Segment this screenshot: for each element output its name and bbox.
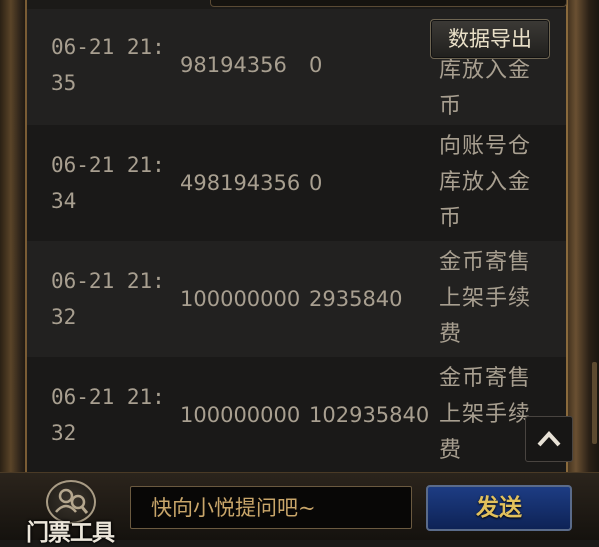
- time-cell: 06-21 21: 32: [51, 269, 165, 329]
- time-cell: 06-21 21: 35: [51, 35, 165, 95]
- amount-cell: 100000000: [180, 287, 301, 311]
- amount-cell: 498194356: [180, 171, 301, 195]
- table-row: 06-21 21: 34 498194356 0 向账号仓 库放入金 币: [27, 125, 566, 241]
- send-button[interactable]: 发送: [426, 485, 572, 531]
- ticket-tool-button[interactable]: 门票工具: [18, 476, 126, 546]
- ticket-tool-label: 门票工具: [26, 520, 115, 546]
- chat-input[interactable]: 快向小悦提问吧~: [130, 486, 412, 529]
- time-cell: 06-21 21: 32: [51, 385, 165, 445]
- export-data-button[interactable]: 数据导出: [430, 19, 550, 59]
- balance-cell: 0: [309, 171, 323, 195]
- amount-cell: 100000000: [180, 403, 301, 427]
- balance-cell: 102935840: [309, 403, 430, 427]
- back-to-top-button[interactable]: [525, 416, 573, 462]
- balance-cell: 0: [309, 53, 323, 77]
- description-cell: 金币寄售 上架手续 费: [439, 250, 532, 347]
- description-cell: 库放入金 币: [439, 58, 532, 119]
- amount-cell: 98194356: [180, 53, 287, 77]
- scrollbar-thumb[interactable]: [592, 362, 597, 444]
- top-edge: [210, 0, 567, 7]
- description-cell: 向账号仓 库放入金 币: [439, 134, 532, 231]
- left-frame: [0, 0, 27, 472]
- table-row: 06-21 21: 32 100000000 2935840 金币寄售 上架手续…: [27, 241, 566, 357]
- records-table: 06-21 21: 35 98194356 0 库放入金 币 06-21 21:…: [27, 9, 566, 472]
- chevron-up-icon: [537, 431, 561, 447]
- table-row: 06-21 21: 32 100000000 102935840 金币寄售 上架…: [27, 357, 566, 472]
- time-cell: 06-21 21: 34: [51, 153, 165, 213]
- balance-cell: 2935840: [309, 287, 403, 311]
